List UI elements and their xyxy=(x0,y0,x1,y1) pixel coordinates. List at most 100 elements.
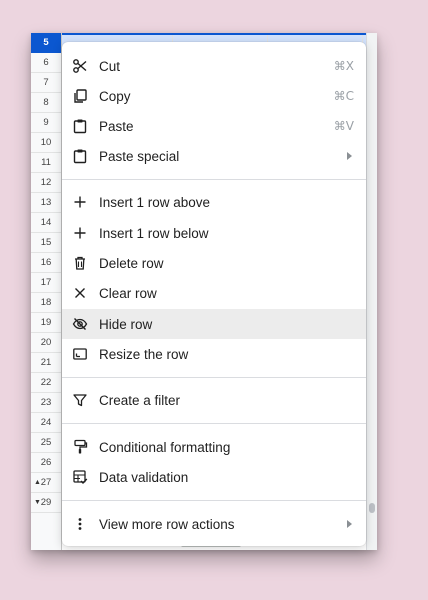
row-number[interactable]: 6 xyxy=(31,53,61,73)
row-number-label: 6 xyxy=(43,57,49,68)
row-number[interactable]: ▼ 29 xyxy=(31,493,61,513)
menu-divider xyxy=(62,179,366,180)
row-number-label: 20 xyxy=(40,337,52,348)
row-number-label: 29 xyxy=(40,497,52,508)
row-number-label: 13 xyxy=(40,197,52,208)
row-number[interactable]: 21 xyxy=(31,353,61,373)
vertical-scrollbar[interactable] xyxy=(366,33,377,550)
menu-item-label: Hide row xyxy=(99,316,153,332)
scroll-thumb[interactable] xyxy=(369,503,375,513)
eye-off-icon xyxy=(62,309,98,339)
row-number-label: 26 xyxy=(40,457,52,468)
menu-item-label: Clear row xyxy=(99,285,157,301)
row-number[interactable]: 13 xyxy=(31,193,61,213)
menu-divider xyxy=(62,377,366,378)
cut-icon xyxy=(62,51,98,81)
row-number[interactable]: 20 xyxy=(31,333,61,353)
menu-item-conditional-formatting[interactable]: Conditional formatting xyxy=(62,432,366,462)
menu-item-resize-row[interactable]: Resize the row xyxy=(62,339,366,369)
row-number-label: 27 xyxy=(40,477,52,488)
row-number-label: 24 xyxy=(40,417,52,428)
filter-icon xyxy=(62,385,98,415)
menu-item-label: Conditional formatting xyxy=(99,439,231,455)
menu-item-paste[interactable]: Paste ⌘V xyxy=(62,111,366,141)
menu-item-hide-row[interactable]: Hide row xyxy=(62,309,366,339)
row-number-label: 16 xyxy=(40,257,52,268)
row-number-label: 8 xyxy=(43,97,49,108)
menu-item-label: View more row actions xyxy=(99,516,235,532)
menu-item-label: Insert 1 row above xyxy=(99,194,211,210)
row-number-label: 15 xyxy=(40,237,52,248)
menu-item-create-filter[interactable]: Create a filter xyxy=(62,385,366,415)
row-number[interactable]: 17 xyxy=(31,273,61,293)
menu-divider xyxy=(62,423,366,424)
submenu-arrow-icon xyxy=(347,520,352,528)
menu-item-label: Create a filter xyxy=(99,392,181,408)
copy-icon xyxy=(62,81,98,111)
paste-special-icon xyxy=(62,141,98,171)
menu-item-label: Delete row xyxy=(99,255,164,271)
row-number-label: 12 xyxy=(40,177,52,188)
data-validation-icon xyxy=(62,462,98,492)
row-number[interactable]: 8 xyxy=(31,93,61,113)
row-number-label: 23 xyxy=(40,397,52,408)
row-number-label: 25 xyxy=(40,437,52,448)
more-vert-icon xyxy=(62,509,98,539)
row-number[interactable]: 9 xyxy=(31,113,61,133)
row-number[interactable]: 10 xyxy=(31,133,61,153)
shortcut-text: ⌘V xyxy=(333,119,354,133)
menu-item-label: Cut xyxy=(99,58,121,74)
paint-roller-icon xyxy=(62,432,98,462)
row-number[interactable]: 26 xyxy=(31,453,61,473)
menu-item-view-more-row-actions[interactable]: View more row actions xyxy=(62,509,366,539)
row-number[interactable]: 24 xyxy=(31,413,61,433)
row-number[interactable]: 14 xyxy=(31,213,61,233)
row-number[interactable]: 23 xyxy=(31,393,61,413)
row-number[interactable]: 5 xyxy=(31,33,61,53)
row-number-label: 9 xyxy=(43,117,49,128)
plus-icon xyxy=(62,187,98,217)
row-header-column: 5 6 7 8 9 10 11 12 13 14 15 16 17 18 19 20 21 22 23 24 25 26 ▲… xyxy=(31,33,62,550)
menu-item-paste-special[interactable]: Paste special xyxy=(62,141,366,171)
menu-item-cut[interactable]: Cut ⌘X xyxy=(62,51,366,81)
menu-item-clear-row[interactable]: Clear row xyxy=(62,278,366,308)
close-icon xyxy=(62,278,98,308)
row-number-label: 17 xyxy=(40,277,52,288)
row-number[interactable]: ▲ 27 xyxy=(31,473,61,493)
menu-item-label: Data validation xyxy=(99,469,189,485)
menu-item-label: Paste special xyxy=(99,148,180,164)
menu-divider xyxy=(62,500,366,501)
plus-icon xyxy=(62,218,98,248)
menu-item-delete-row[interactable]: Delete row xyxy=(62,248,366,278)
menu-item-label: Copy xyxy=(99,88,131,104)
shortcut-text: ⌘C xyxy=(333,89,354,103)
row-number[interactable]: 7 xyxy=(31,73,61,93)
menu-item-copy[interactable]: Copy ⌘C xyxy=(62,81,366,111)
row-number[interactable]: 22 xyxy=(31,373,61,393)
shortcut-text: ⌘X xyxy=(333,59,354,73)
paste-icon xyxy=(62,111,98,141)
row-number-label: 14 xyxy=(40,217,52,228)
row-number[interactable]: 15 xyxy=(31,233,61,253)
menu-item-label: Resize the row xyxy=(99,346,189,362)
row-number[interactable]: 12 xyxy=(31,173,61,193)
collapse-arrow-icon[interactable]: ▲ xyxy=(34,473,41,493)
row-number-label: 18 xyxy=(40,297,52,308)
row-number-label: 11 xyxy=(41,157,51,168)
row-number[interactable]: 11 xyxy=(31,153,61,173)
row-number-label: 10 xyxy=(40,137,52,148)
menu-item-label: Insert 1 row below xyxy=(99,225,209,241)
row-number-label: 21 xyxy=(40,357,52,368)
row-number-label: 22 xyxy=(40,377,52,388)
row-number[interactable]: 19 xyxy=(31,313,61,333)
row-context-menu: Cut ⌘X Copy ⌘C Paste ⌘V Paste special In… xyxy=(62,42,366,546)
menu-item-label: Paste xyxy=(99,118,134,134)
row-number[interactable]: 25 xyxy=(31,433,61,453)
menu-item-insert-row-below[interactable]: Insert 1 row below xyxy=(62,218,366,248)
menu-item-insert-row-above[interactable]: Insert 1 row above xyxy=(62,187,366,217)
row-number[interactable]: 18 xyxy=(31,293,61,313)
row-number[interactable]: 16 xyxy=(31,253,61,273)
expand-arrow-icon[interactable]: ▼ xyxy=(34,493,41,513)
row-number-label: 19 xyxy=(40,317,52,328)
menu-item-data-validation[interactable]: Data validation xyxy=(62,462,366,492)
